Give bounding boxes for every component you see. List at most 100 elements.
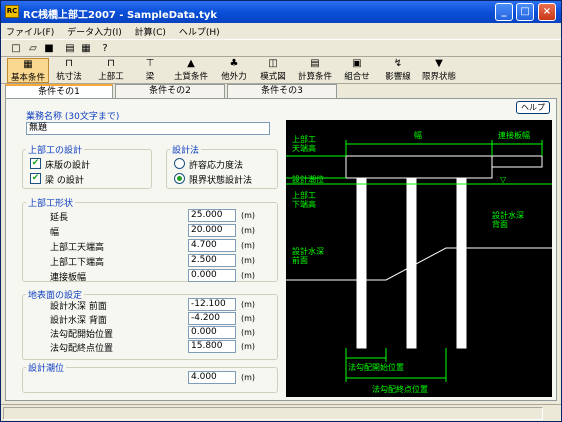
schematic-diagram: 上部工天端高 幅 連接板幅 設計潮位 ▽ 上部工下端高 設計水深背面 設計水深前… [286, 120, 552, 397]
tool-label: 土質条件 [173, 72, 208, 82]
schematic-icon: ◫ [268, 58, 278, 69]
tool-label: 限界状態 [421, 72, 456, 82]
joint-width-text: 連接板幅 [498, 130, 530, 140]
bottom-elev-text: 上部工下端高 [292, 190, 316, 209]
joint-plate-width-unit: (m) [241, 271, 256, 280]
limit-state-icon: ▼ [435, 58, 443, 69]
top-elevation-unit: (m) [241, 241, 256, 250]
preview-icon[interactable]: ▤ [63, 42, 77, 55]
tool-label: 基本条件 [10, 73, 45, 83]
tool-label: 影響線 [385, 72, 411, 82]
width-label: 幅 [50, 228, 60, 238]
width-unit: (m) [241, 226, 256, 235]
tab-conditions-2[interactable]: 条件その2 [115, 84, 225, 98]
tool-label: 他外力 [221, 72, 247, 82]
tool-basic-conditions[interactable]: ▦ 基本条件 [7, 58, 49, 83]
project-name-input[interactable]: 無題 [26, 122, 270, 135]
allowable-stress-label: 許容応力度法 [189, 161, 244, 171]
project-name-label: 業務名称 (30文字まで) [26, 112, 120, 122]
depth-back-text: 設計水深背面 [492, 210, 524, 229]
limit-state-radio[interactable] [174, 173, 185, 184]
bottom-elevation-input[interactable]: 2.500 [188, 254, 236, 267]
influence-line-icon: ↯ [393, 58, 403, 69]
limit-state-label: 限界状態設計法 [189, 176, 253, 186]
menu-help[interactable]: ヘルプ(H) [174, 23, 225, 40]
top-elev-text: 上部工天端高 [292, 134, 316, 153]
close-button[interactable]: × [538, 3, 556, 21]
depth-back-label: 設計水深 背面 [50, 316, 107, 326]
beam-design-label: 梁 の設計 [45, 176, 84, 186]
basic-conditions-icon: ▦ [23, 59, 33, 70]
pile-3 [456, 177, 467, 349]
tool-label: 模式図 [260, 72, 286, 82]
tab-conditions-3[interactable]: 条件その3 [227, 84, 337, 98]
tab-panel: ヘルプ 業務名称 (30文字まで) 無題 上部工の設計 ✔ 床版の設計 ✔ 梁 … [5, 98, 557, 401]
app-window: RC RC桟橋上部工2007 - SampleData.tyk _ □ × ファ… [0, 0, 562, 422]
tide-title: 設計潮位 [26, 361, 67, 374]
beam-design-checkbox[interactable]: ✔ [30, 173, 41, 184]
length-label: 延長 [50, 213, 69, 223]
tool-combination[interactable]: ▣ 組合せ [341, 58, 373, 83]
depth-back-input[interactable]: -4.200 [188, 312, 236, 325]
status-bar [1, 404, 561, 421]
joint-plate-width-input[interactable]: 0.000 [188, 269, 236, 282]
standard-toolbar: □ ▱ ■ ▤ ▦ ? [1, 39, 561, 57]
tool-soil-conditions[interactable]: ▲ 土質条件 [171, 58, 211, 83]
joint-plate-width-label: 連接板幅 [50, 273, 87, 283]
slope-start-text: 法勾配開始位置 [348, 362, 404, 372]
title-bar: RC RC桟橋上部工2007 - SampleData.tyk _ □ × [1, 1, 561, 23]
slab-design-checkbox[interactable]: ✔ [30, 158, 41, 169]
pile-2 [406, 177, 417, 349]
print-icon[interactable]: ▦ [79, 42, 93, 55]
tool-superstructure[interactable]: ⊓ 上部工 [95, 58, 127, 83]
slope-start-unit: (m) [241, 328, 256, 337]
slope-end-text: 法勾配終点位置 [372, 384, 428, 394]
depth-front-input[interactable]: -12.100 [188, 298, 236, 311]
superstructure-design-title: 上部工の設計 [26, 143, 85, 156]
menu-file[interactable]: ファイル(F) [1, 23, 59, 40]
superstructure-deck [345, 155, 493, 179]
minimize-button[interactable]: _ [495, 3, 513, 21]
length-input[interactable]: 25.000 [188, 209, 236, 222]
tool-influence-line[interactable]: ↯ 影響線 [382, 58, 414, 83]
menu-data-input[interactable]: データ入力(I) [62, 23, 127, 40]
maximize-button[interactable]: □ [516, 3, 534, 21]
design-method-title: 設計法 [170, 143, 202, 156]
tab-conditions-1[interactable]: 条件その1 [5, 84, 113, 99]
depth-front-text: 設計水深前面 [292, 246, 324, 265]
tide-input[interactable]: 4.000 [188, 371, 236, 384]
tool-schematic[interactable]: ◫ 模式図 [257, 58, 289, 83]
menu-calculate[interactable]: 計算(C) [130, 23, 171, 40]
external-force-icon: ♣ [229, 58, 239, 69]
top-elevation-input[interactable]: 4.700 [188, 239, 236, 252]
open-icon[interactable]: ▱ [26, 42, 40, 55]
tool-beam[interactable]: ⊤ 梁 [138, 58, 162, 83]
tool-calc-conditions[interactable]: ▤ 計算条件 [295, 58, 335, 83]
soil-conditions-icon: ▲ [187, 58, 195, 69]
tool-external-force[interactable]: ♣ 他外力 [218, 58, 250, 83]
tool-label: 上部工 [98, 72, 124, 82]
slope-end-unit: (m) [241, 342, 256, 351]
joint-plate [491, 155, 543, 168]
top-elevation-label: 上部工天端高 [50, 243, 105, 253]
tide-symbol-text: ▽ [500, 175, 507, 184]
save-icon[interactable]: ■ [42, 42, 56, 55]
shape-title: 上部工形状 [26, 196, 76, 209]
width-text: 幅 [414, 130, 422, 140]
new-icon[interactable]: □ [9, 42, 23, 55]
help-icon[interactable]: ? [98, 42, 112, 55]
slope-start-label: 法勾配開始位置 [50, 330, 114, 340]
design-tide-text: 設計潮位 [292, 174, 324, 184]
slope-start-input[interactable]: 0.000 [188, 326, 236, 339]
tool-label: 梁 [145, 72, 155, 82]
slope-end-input[interactable]: 15.800 [188, 340, 236, 353]
input-toolbar: ▦ 基本条件 ⊓ 杭寸法 ⊓ 上部工 ⊤ 梁 ▲ 土質条件 ♣ 他外力 ◫ 模式… [1, 57, 561, 84]
allowable-stress-radio[interactable] [174, 158, 185, 169]
slope-end-label: 法勾配終点位置 [50, 344, 114, 354]
status-cell [3, 407, 543, 420]
width-input[interactable]: 20.000 [188, 224, 236, 237]
tool-label: 計算条件 [297, 72, 332, 82]
help-button[interactable]: ヘルプ [516, 101, 550, 114]
tool-pile-dimensions[interactable]: ⊓ 杭寸法 [54, 58, 84, 83]
tool-limit-state[interactable]: ▼ 限界状態 [419, 58, 459, 83]
